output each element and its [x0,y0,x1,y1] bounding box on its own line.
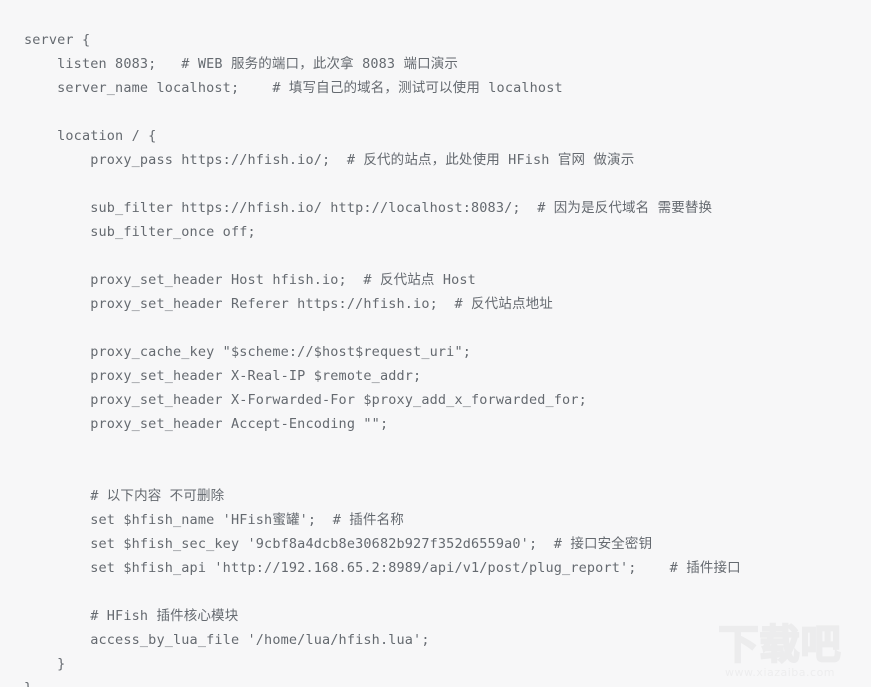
code-line: } [24,676,871,687]
code-line: set $hfish_sec_key '9cbf8a4dcb8e30682b92… [24,536,653,552]
code-line: access_by_lua_file '/home/lua/hfish.lua'… [24,632,430,648]
code-line: server { [24,32,91,48]
code-line: proxy_cache_key "$scheme://$host$request… [24,344,471,360]
nginx-config-code-block[interactable]: server { listen 8083; # WEB 服务的端口，此次拿 80… [0,0,871,687]
code-line: listen 8083; # WEB 服务的端口，此次拿 8083 端口演示 [24,56,459,72]
code-line: proxy_set_header Accept-Encoding ""; [24,416,389,432]
code-line: proxy_set_header Referer https://hfish.i… [24,296,553,312]
code-line: server_name localhost; # 填写自己的域名，测试可以使用 … [24,80,563,96]
code-line: proxy_set_header X-Forwarded-For $proxy_… [24,392,587,408]
code-line: proxy_set_header X-Real-IP $remote_addr; [24,368,422,384]
code-line: # 以下内容 不可删除 [24,488,225,504]
code-line: } [24,656,66,672]
code-line: proxy_pass https://hfish.io/; # 反代的站点，此处… [24,152,635,168]
code-line: sub_filter_once off; [24,224,256,240]
code-line: # HFish 插件核心模块 [24,608,239,624]
code-line: set $hfish_api 'http://192.168.65.2:8989… [24,560,741,576]
code-line: location / { [24,128,157,144]
code-viewer-pane: server { listen 8083; # WEB 服务的端口，此次拿 80… [0,0,871,687]
code-line: proxy_set_header Host hfish.io; # 反代站点 H… [24,272,476,288]
code-line: sub_filter https://hfish.io/ http://loca… [24,200,713,216]
code-line: set $hfish_name 'HFish蜜罐'; # 插件名称 [24,512,404,528]
